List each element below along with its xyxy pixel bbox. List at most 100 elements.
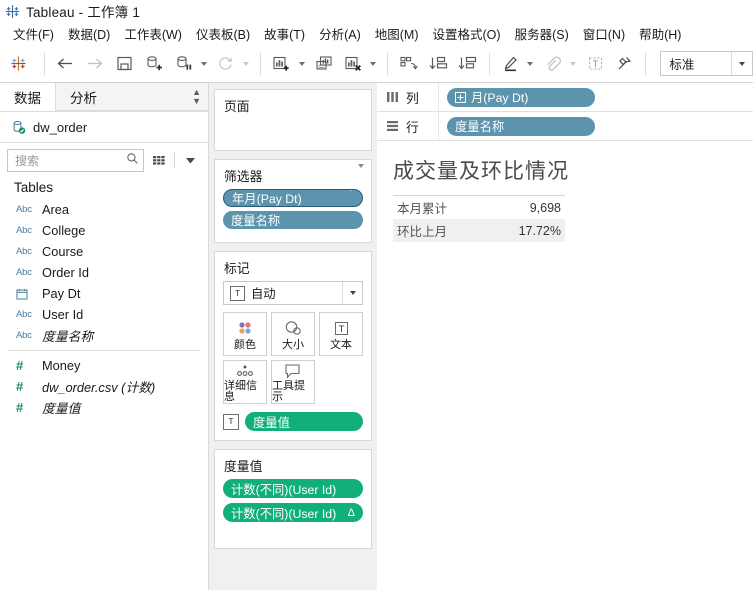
duplicate-sheet-icon[interactable]	[311, 51, 337, 77]
field-row-count[interactable]: # dw_order.csv (计数)	[0, 376, 208, 397]
new-worksheet-caret-icon[interactable]	[296, 51, 307, 77]
menu-map[interactable]: 地图(M)	[368, 22, 426, 45]
viz-canvas[interactable]: 成交量及环比情况 本月累计 9,698 环比上月 17.72%	[377, 141, 753, 590]
save-icon[interactable]	[112, 51, 138, 77]
menu-server[interactable]: 服务器(S)	[508, 22, 576, 45]
marks-color-label: 颜色	[234, 339, 256, 351]
fix-axes-icon[interactable]	[612, 51, 638, 77]
field-label: Order Id	[42, 265, 89, 280]
refresh-caret-icon[interactable]	[241, 51, 252, 77]
fit-select[interactable]: 标准	[660, 51, 753, 76]
tab-analytics-label: 分析	[70, 90, 97, 106]
field-user-id[interactable]: Abc User Id	[0, 304, 208, 325]
chevron-down-icon[interactable]	[358, 164, 364, 183]
add-data-source-icon[interactable]	[141, 51, 167, 77]
table-row[interactable]: 环比上月 17.72%	[393, 219, 565, 242]
toolbar-divider-5	[645, 52, 647, 75]
new-worksheet-icon[interactable]	[269, 51, 295, 77]
rows-shelf-drop[interactable]: 度量名称	[439, 112, 753, 140]
marks-tooltip-button[interactable]: 工具提示	[271, 360, 315, 404]
field-course[interactable]: Abc Course	[0, 241, 208, 262]
measure-value-pill-label: 计数(不同)(User Id)	[231, 506, 337, 521]
filter-pill-year-month[interactable]: 年月(Pay Dt)	[223, 189, 363, 207]
filter-pill-label: 度量名称	[231, 214, 281, 228]
field-label: User Id	[42, 307, 84, 322]
toolbar-divider-4	[488, 52, 490, 75]
field-pay-dt[interactable]: Pay Dt	[0, 283, 208, 304]
menu-worksheet[interactable]: 工作表(W)	[117, 22, 189, 45]
paperclip-icon[interactable]	[540, 51, 566, 77]
measure-value-pill-count-distinct[interactable]: 计数(不同)(User Id)	[223, 479, 363, 498]
field-measure-values[interactable]: # 度量值	[0, 397, 208, 418]
field-label: 度量名称	[42, 329, 94, 344]
sort-descending-icon[interactable]	[455, 51, 481, 77]
window-title: Tableau - 工作簿 1	[26, 5, 141, 20]
highlight-icon[interactable]	[498, 51, 524, 77]
marks-size-button[interactable]: 大小	[271, 312, 315, 356]
pause-data-caret-icon[interactable]	[198, 51, 209, 77]
columns-shelf[interactable]: 列 月(Pay Dt)	[377, 83, 753, 112]
menu-help[interactable]: 帮助(H)	[632, 22, 688, 45]
menu-data[interactable]: 数据(D)	[61, 22, 117, 45]
search-input[interactable]: 搜索	[7, 148, 144, 172]
paperclip-caret-icon[interactable]	[567, 51, 578, 77]
measure-value-pill-count-distinct-delta[interactable]: 计数(不同)(User Id) Δ	[223, 503, 363, 522]
field-money[interactable]: # Money	[0, 355, 208, 376]
rows-shelf-text: 行	[406, 119, 419, 135]
tab-analytics[interactable]: 分析 ▲ ▼	[56, 83, 208, 111]
menu-story[interactable]: 故事(T)	[257, 22, 312, 45]
columns-shelf-drop[interactable]: 月(Pay Dt)	[439, 83, 753, 111]
menu-format[interactable]: 设置格式(O)	[426, 22, 508, 45]
menu-analysis[interactable]: 分析(A)	[312, 22, 368, 45]
chevron-down-icon[interactable]	[179, 150, 201, 171]
tableau-home-icon[interactable]	[6, 51, 32, 77]
grid-view-icon[interactable]	[148, 150, 170, 171]
table-row[interactable]: 本月累计 9,698	[393, 195, 565, 219]
sort-ascending-icon[interactable]	[425, 51, 451, 77]
marks-text-button[interactable]: T 文本	[319, 312, 363, 356]
svg-text:T: T	[592, 59, 598, 69]
rows-pill-measure-names[interactable]: 度量名称	[447, 116, 595, 136]
marks-card-title: 标记	[224, 261, 250, 276]
field-measure-names[interactable]: Abc 度量名称	[0, 325, 208, 346]
plus-box-icon[interactable]	[455, 91, 466, 103]
back-arrow-icon[interactable]	[53, 51, 79, 77]
mark-type-caret-icon[interactable]	[342, 282, 362, 304]
pause-data-icon[interactable]	[171, 51, 197, 77]
title-bar: Tableau - 工作簿 1	[0, 0, 753, 22]
show-mark-labels-icon[interactable]: T	[582, 51, 608, 77]
dimensions-list: Abc Area Abc College Abc Course Abc Orde…	[0, 199, 208, 346]
fit-select-caret-icon[interactable]	[730, 52, 752, 75]
menu-file[interactable]: 文件(F)	[6, 22, 61, 45]
swap-rows-columns-icon[interactable]	[396, 51, 422, 77]
field-area[interactable]: Abc Area	[0, 199, 208, 220]
marks-pill-label: 度量值	[253, 415, 290, 430]
datasource-item[interactable]: dw_order	[0, 112, 208, 143]
field-label: dw_order.csv (计数)	[42, 380, 156, 395]
forward-arrow-icon[interactable]	[82, 51, 108, 77]
pane-resize-icon[interactable]: ▲ ▼	[192, 87, 201, 106]
menu-window[interactable]: 窗口(N)	[576, 22, 632, 45]
marks-color-button[interactable]: 颜色	[223, 312, 267, 356]
clear-sheet-caret-icon[interactable]	[368, 51, 379, 77]
menu-dashboard[interactable]: 仪表板(B)	[189, 22, 257, 45]
marks-detail-button[interactable]: 详细信息	[223, 360, 267, 404]
rows-shelf[interactable]: 行 度量名称	[377, 112, 753, 141]
columns-shelf-text: 列	[406, 90, 419, 106]
chevron-down-icon[interactable]	[342, 190, 354, 205]
calendar-icon	[16, 288, 42, 300]
columns-pill-month-pay-dt[interactable]: 月(Pay Dt)	[447, 87, 595, 107]
abc-icon: Abc	[16, 267, 32, 278]
highlight-caret-icon[interactable]	[525, 51, 536, 77]
refresh-icon[interactable]	[213, 51, 239, 77]
marks-pill-measure-values[interactable]: 度量值	[245, 412, 363, 431]
filter-pill-measure-names[interactable]: 度量名称	[223, 211, 363, 229]
columns-icon	[386, 91, 399, 103]
field-college[interactable]: Abc College	[0, 220, 208, 241]
clear-sheet-icon[interactable]	[340, 51, 366, 77]
text-mark-icon: T	[223, 413, 239, 430]
number-icon: #	[16, 379, 24, 394]
field-order-id[interactable]: Abc Order Id	[0, 262, 208, 283]
tab-data[interactable]: 数据	[0, 83, 56, 111]
mark-type-select[interactable]: T 自动	[223, 281, 363, 305]
